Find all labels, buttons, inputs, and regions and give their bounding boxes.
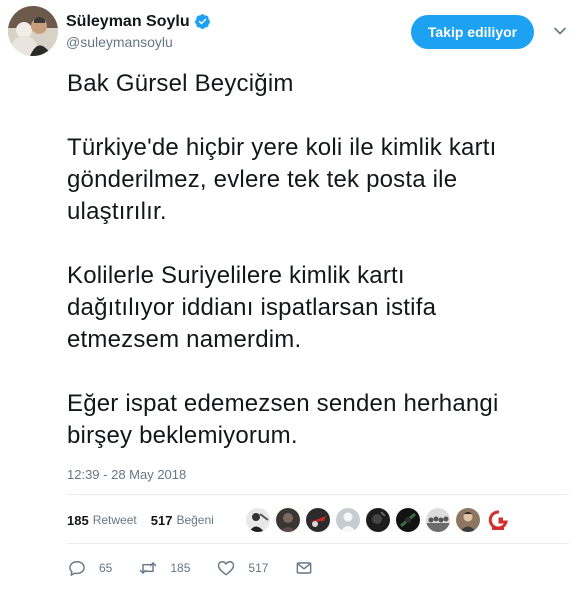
liker-avatar-9[interactable] xyxy=(486,508,510,532)
likers-avatars xyxy=(246,508,510,532)
tweet-paragraph: Türkiye'de hiçbir yere koli ile kimlik k… xyxy=(67,132,577,228)
retweet-label: Retweet xyxy=(92,513,137,527)
liker-avatar-3[interactable] xyxy=(306,508,330,532)
retweet-count: 185 xyxy=(67,512,89,528)
like-label: Beğeni xyxy=(176,513,214,527)
liker-avatar-2[interactable] xyxy=(276,508,300,532)
tweet-text: Bak Gürsel Beyciğim Türkiye'de hiçbir ye… xyxy=(67,68,577,452)
author-avatar[interactable] xyxy=(8,6,58,56)
reply-action[interactable]: 65 xyxy=(67,558,112,578)
author-display-name[interactable]: Süleyman Soylu xyxy=(66,12,211,31)
reply-count: 65 xyxy=(99,561,113,575)
verified-badge-icon xyxy=(194,14,210,29)
tweet-timestamp[interactable]: 12:39 - 28 May 2018 xyxy=(67,467,186,482)
retweet-action-count: 185 xyxy=(170,561,191,575)
envelope-icon[interactable] xyxy=(294,558,314,578)
tweet-header: Süleyman Soylu @suleymansoylu Takip edil… xyxy=(8,6,578,56)
tweet-paragraph: Bak Gürsel Beyciğim xyxy=(67,68,577,100)
following-button[interactable]: Takip ediliyor xyxy=(411,15,534,49)
reply-icon[interactable] xyxy=(67,558,87,578)
divider xyxy=(67,543,569,544)
retweet-action[interactable]: 185 xyxy=(138,558,190,578)
like-action[interactable]: 517 xyxy=(216,558,268,578)
tweet-line: Türkiye'de hiçbir yere koli ile kimlik k… xyxy=(67,134,497,161)
tweet-line: dağıtılıyor iddianı ispatlarsan istifa xyxy=(67,294,437,321)
liker-avatar-4[interactable] xyxy=(336,508,360,532)
retweet-stat[interactable]: 185 Retweet xyxy=(67,513,137,528)
chevron-down-icon[interactable] xyxy=(553,24,567,38)
like-stat[interactable]: 517 Beğeni xyxy=(151,513,214,528)
message-action[interactable] xyxy=(294,558,314,578)
like-action-count: 517 xyxy=(248,561,269,575)
liker-avatar-5[interactable] xyxy=(366,508,390,532)
liker-avatar-1[interactable] xyxy=(246,508,270,532)
tweet-line: gönderilmez, evlere tek tek posta ile xyxy=(67,166,458,193)
tweet-line: ulaştırılır. xyxy=(67,198,167,225)
liker-avatar-7[interactable] xyxy=(426,508,450,532)
tweet-line: Kolilerle Suriyelilere kimlik kartı xyxy=(67,262,405,289)
retweet-icon[interactable] xyxy=(138,558,158,578)
tweet-line: birşey beklemiyorum. xyxy=(67,422,298,449)
tweet-paragraph: Kolilerle Suriyelilere kimlik kartı dağı… xyxy=(67,260,577,356)
tweet-actions: 65 185 517 xyxy=(67,557,340,579)
tweet-paragraph: Eğer ispat edemezsen senden herhangi bir… xyxy=(67,388,577,452)
tweet-stats: 185 Retweet 517 Beğeni xyxy=(67,508,228,532)
tweet-line: Eğer ispat edemezsen senden herhangi xyxy=(67,390,499,417)
liker-avatar-8[interactable] xyxy=(456,508,480,532)
tweet-line: Bak Gürsel Beyciğim xyxy=(67,70,294,97)
author-handle[interactable]: @suleymansoylu xyxy=(66,34,211,51)
liker-avatar-6[interactable] xyxy=(396,508,420,532)
like-count: 517 xyxy=(150,512,173,528)
author-display-name-text: Süleyman Soylu xyxy=(66,13,190,30)
divider xyxy=(67,494,569,495)
tweet-line: etmezsem namerdim. xyxy=(67,326,302,353)
heart-icon[interactable] xyxy=(216,558,236,578)
author-names: Süleyman Soylu @suleymansoylu xyxy=(66,12,211,51)
